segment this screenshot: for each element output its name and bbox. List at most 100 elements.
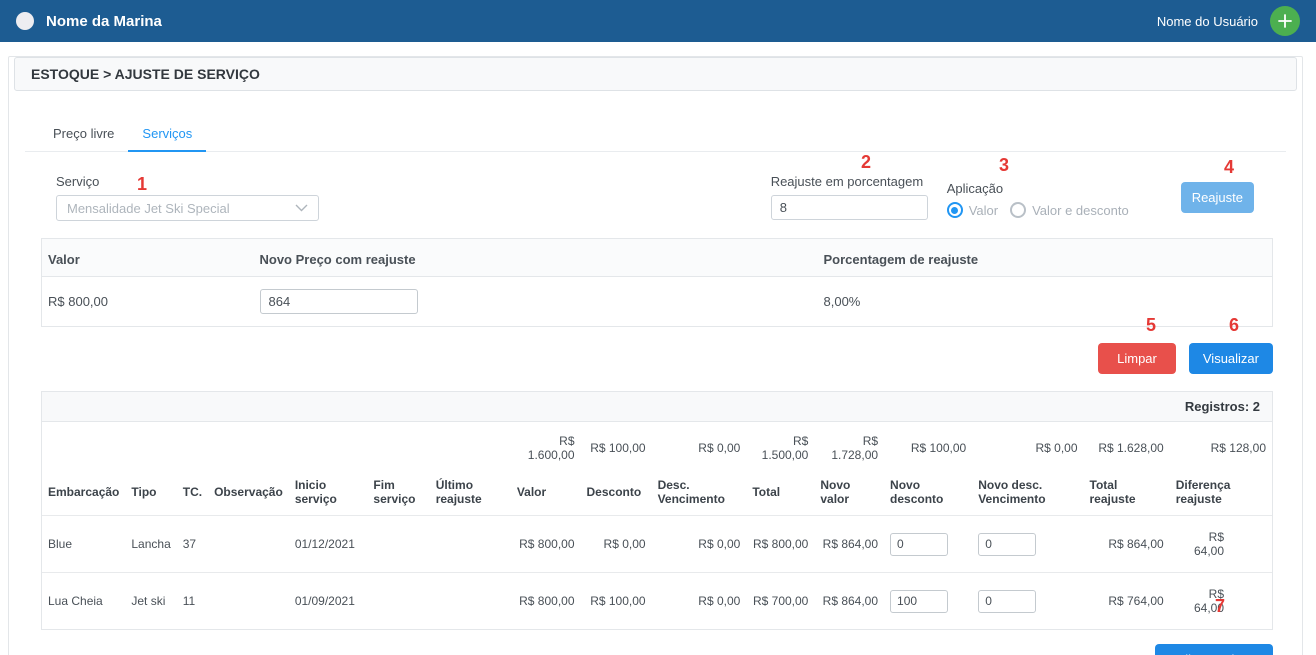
plus-icon bbox=[1277, 13, 1293, 29]
totals-empty-cell bbox=[430, 422, 511, 472]
totals-row: R$ 1.600,00 R$ 100,00 R$ 0,00 R$ 1.500,0… bbox=[42, 422, 1272, 472]
navbar: Nome da Marina Nome do Usuário bbox=[0, 0, 1316, 42]
cell-tc: 37 bbox=[177, 516, 208, 573]
content-card: ESTOQUE > AJUSTE DE SERVIÇO Preço livre … bbox=[8, 56, 1303, 655]
cell-observacao bbox=[208, 573, 289, 630]
application-radio-group: Valor Valor e desconto bbox=[947, 202, 1141, 218]
user-name[interactable]: Nome do Usuário bbox=[1157, 14, 1258, 29]
cell-total-reajuste: R$ 864,00 bbox=[1084, 516, 1170, 573]
total-valor: R$ 1.600,00 bbox=[511, 422, 581, 472]
cell-valor: R$ 800,00 bbox=[511, 516, 581, 573]
preview-header-porcentagem: Porcentagem de reajuste bbox=[818, 239, 1273, 277]
total-total-reajuste: R$ 1.628,00 bbox=[1084, 422, 1170, 472]
novo-desconto-input[interactable] bbox=[890, 533, 948, 556]
total-desc-vencimento: R$ 0,00 bbox=[652, 422, 747, 472]
percent-field-group: Reajuste em porcentagem bbox=[771, 174, 928, 220]
tab-bar: Preço livre Serviços bbox=[25, 117, 1286, 152]
navbar-brand-group: Nome da Marina bbox=[16, 12, 162, 30]
col-valor: Valor bbox=[511, 472, 581, 516]
cell-diferenca-reajuste: R$ 64,00 bbox=[1170, 516, 1272, 573]
preview-header-valor: Valor bbox=[42, 239, 254, 277]
col-total: Total bbox=[746, 472, 814, 516]
radio-valor-desconto-label: Valor e desconto bbox=[1032, 203, 1129, 218]
header-row: Embarcação Tipo TC. Observação Inicio se… bbox=[42, 472, 1272, 516]
service-field-group: Serviço Mensalidade Jet Ski Special bbox=[56, 174, 319, 221]
radio-unselected-icon bbox=[1010, 202, 1026, 218]
service-select-value: Mensalidade Jet Ski Special bbox=[67, 201, 230, 216]
cell-embarcacao: Lua Cheia bbox=[42, 573, 125, 630]
cell-novo-valor: R$ 864,00 bbox=[814, 573, 884, 630]
cell-total: R$ 700,00 bbox=[746, 573, 814, 630]
service-select[interactable]: Mensalidade Jet Ski Special bbox=[56, 195, 319, 221]
table-row: Blue Lancha 37 01/12/2021 R$ 800,00 R$ 0… bbox=[42, 516, 1272, 573]
radio-valor[interactable]: Valor bbox=[947, 202, 998, 218]
total-total: R$ 1.500,00 bbox=[746, 422, 814, 472]
table-row: Lua Cheia Jet ski 11 01/09/2021 R$ 800,0… bbox=[42, 573, 1272, 630]
cell-observacao bbox=[208, 516, 289, 573]
add-button[interactable] bbox=[1270, 6, 1300, 36]
tab-preco-livre[interactable]: Preço livre bbox=[39, 117, 128, 151]
application-label: Aplicação bbox=[947, 181, 1141, 196]
percent-label: Reajuste em porcentagem bbox=[771, 174, 928, 189]
col-novo-desc-vencimento: Novo desc. Vencimento bbox=[972, 472, 1083, 516]
marina-name: Nome da Marina bbox=[46, 13, 162, 30]
totals-empty-cell bbox=[367, 422, 429, 472]
totals-empty-cell bbox=[42, 422, 125, 472]
visualizar-button[interactable]: Visualizar bbox=[1189, 343, 1273, 374]
breadcrumb: ESTOQUE > AJUSTE DE SERVIÇO bbox=[14, 57, 1297, 91]
navbar-user-group: Nome do Usuário bbox=[1157, 6, 1300, 36]
col-observacao: Observação bbox=[208, 472, 289, 516]
reajuste-button[interactable]: Reajuste bbox=[1181, 182, 1254, 213]
cell-novo-valor: R$ 864,00 bbox=[814, 516, 884, 573]
preview-valor: R$ 800,00 bbox=[42, 277, 254, 327]
total-diferenca-reajuste: R$ 128,00 bbox=[1170, 422, 1272, 472]
cell-desc-vencimento: R$ 0,00 bbox=[652, 516, 747, 573]
annotation-6: 6 bbox=[1229, 316, 1239, 334]
cell-ultimo-reajuste bbox=[430, 573, 511, 630]
cell-tc: 11 bbox=[177, 573, 208, 630]
novo-preco-input[interactable] bbox=[260, 289, 418, 314]
annotation-1: 1 bbox=[137, 175, 147, 193]
annotation-7: 7 bbox=[1215, 597, 1225, 615]
marina-logo-icon bbox=[16, 12, 34, 30]
cell-fim-servico bbox=[367, 573, 429, 630]
cell-fim-servico bbox=[367, 516, 429, 573]
col-inicio-servico: Inicio serviço bbox=[289, 472, 368, 516]
total-novo-desc-vencimento: R$ 0,00 bbox=[972, 422, 1083, 472]
col-tipo: Tipo bbox=[125, 472, 176, 516]
cell-inicio-servico: 01/09/2021 bbox=[289, 573, 368, 630]
cell-embarcacao: Blue bbox=[42, 516, 125, 573]
totals-empty-cell bbox=[208, 422, 289, 472]
limpar-button[interactable]: Limpar bbox=[1098, 343, 1176, 374]
total-desconto: R$ 100,00 bbox=[581, 422, 652, 472]
annotation-2: 2 bbox=[861, 153, 871, 171]
col-ultimo-reajuste: Último reajuste bbox=[430, 472, 511, 516]
cell-inicio-servico: 01/12/2021 bbox=[289, 516, 368, 573]
novo-desc-vencimento-input[interactable] bbox=[978, 590, 1036, 613]
tab-servicos[interactable]: Serviços bbox=[128, 117, 206, 152]
percent-input[interactable] bbox=[771, 195, 928, 220]
actions-row: Limpar Visualizar bbox=[9, 343, 1273, 374]
col-embarcacao: Embarcação bbox=[42, 472, 125, 516]
records-count: Registros: 2 bbox=[42, 392, 1272, 422]
col-diferenca-reajuste: Diferença reajuste bbox=[1170, 472, 1272, 516]
totals-empty-cell bbox=[177, 422, 208, 472]
novo-desconto-input[interactable] bbox=[890, 590, 948, 613]
col-fim-servico: Fim serviço bbox=[367, 472, 429, 516]
cell-total: R$ 800,00 bbox=[746, 516, 814, 573]
cell-desc-vencimento: R$ 0,00 bbox=[652, 573, 747, 630]
preview-header-novo-preco: Novo Preço com reajuste bbox=[254, 239, 818, 277]
apply-row: Aplicar reajuste bbox=[9, 644, 1273, 655]
col-novo-valor: Novo valor bbox=[814, 472, 884, 516]
col-novo-desconto: Novo desconto bbox=[884, 472, 972, 516]
total-novo-desconto: R$ 100,00 bbox=[884, 422, 972, 472]
chevron-down-icon bbox=[295, 204, 308, 212]
aplicar-reajuste-button[interactable]: Aplicar reajuste bbox=[1155, 644, 1273, 655]
preview-porcentagem: 8,00% bbox=[818, 277, 1273, 327]
radio-valor-label: Valor bbox=[969, 203, 998, 218]
novo-desc-vencimento-input[interactable] bbox=[978, 533, 1036, 556]
annotation-3: 3 bbox=[999, 156, 1009, 174]
radio-valor-desconto[interactable]: Valor e desconto bbox=[1010, 202, 1129, 218]
col-total-reajuste: Total reajuste bbox=[1084, 472, 1170, 516]
cell-ultimo-reajuste bbox=[430, 516, 511, 573]
